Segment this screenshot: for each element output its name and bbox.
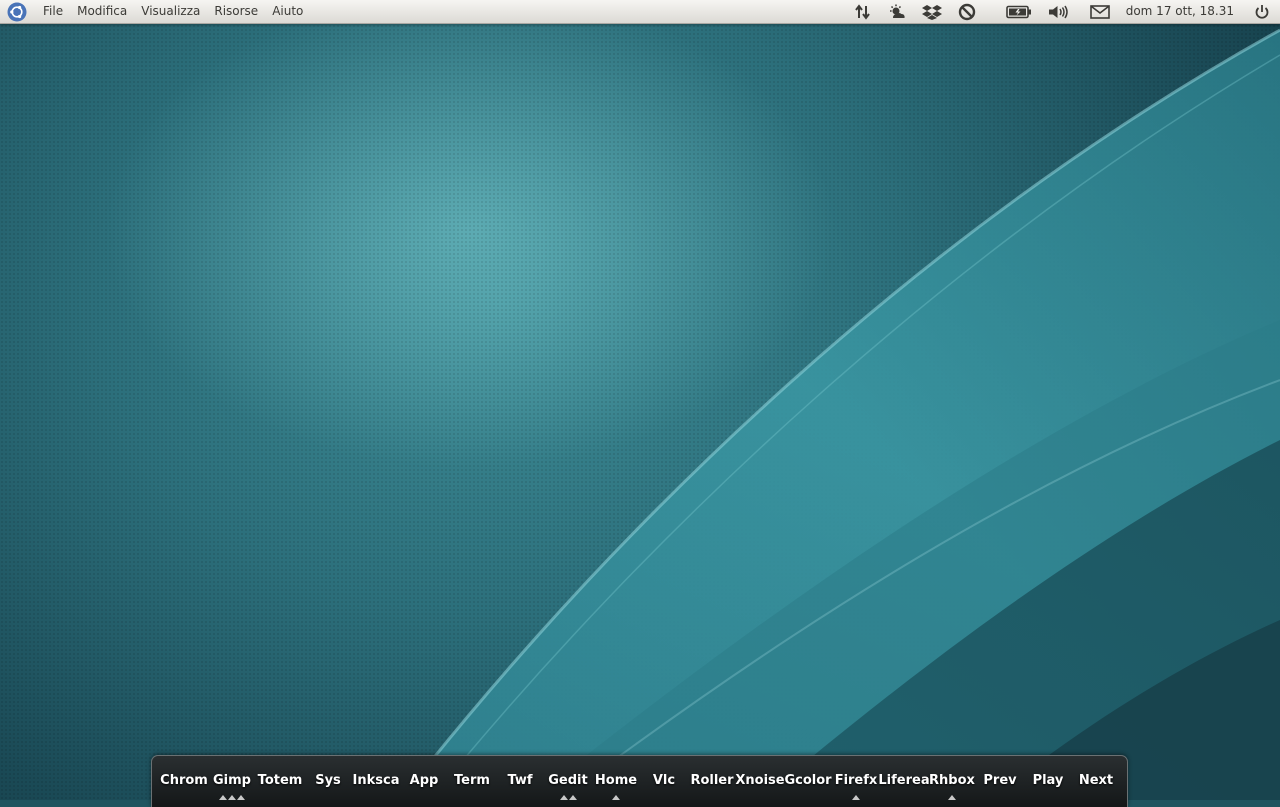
dock-item-label: Play: [1032, 773, 1064, 788]
dock-item-label: Firefx: [834, 773, 878, 788]
dropbox-icon[interactable]: [921, 0, 942, 23]
menu-modifica[interactable]: Modifica: [70, 0, 134, 23]
volume-icon[interactable]: [1048, 0, 1070, 23]
clock[interactable]: dom 17 ott, 18.31: [1126, 0, 1234, 23]
dock-item-xnoise[interactable]: Xnoise: [735, 756, 785, 802]
battery-icon[interactable]: [1005, 0, 1032, 23]
dock-item-label: Xnoise: [735, 773, 785, 788]
dock-item-label: Sys: [315, 773, 341, 788]
dock-items: Chrom Gimp Totem Sys Inksca App Term Twf Gedit Ho…: [160, 756, 1120, 802]
app-menu-bar: File Modifica Visualizza Risorse Aiuto: [36, 0, 310, 23]
dock-item-label: Next: [1078, 773, 1114, 788]
weather-icon[interactable]: [888, 0, 906, 23]
running-indicator: [612, 795, 620, 800]
menu-visualizza[interactable]: Visualizza: [134, 0, 207, 23]
running-indicator: [852, 795, 860, 800]
top-panel: File Modifica Visualizza Risorse Aiuto d…: [0, 0, 1280, 24]
dock-item-totem[interactable]: Totem: [256, 756, 304, 802]
ubuntu-logo-icon[interactable]: [6, 1, 28, 23]
dock-item-label: Vlc: [652, 773, 676, 788]
dock-item-term[interactable]: Term: [448, 756, 496, 802]
dock-item-rhbox[interactable]: Rhbox: [928, 756, 976, 802]
dock-item-home[interactable]: Home: [592, 756, 640, 802]
dock-item-app[interactable]: App: [400, 756, 448, 802]
network-updown-icon[interactable]: [854, 0, 872, 23]
power-icon[interactable]: [1254, 0, 1270, 23]
dock-item-liferea[interactable]: Liferea: [878, 756, 930, 802]
dock-item-gimp[interactable]: Gimp: [208, 756, 256, 802]
dock-item-label: Liferea: [878, 773, 930, 788]
block-icon[interactable]: [958, 0, 976, 23]
dock-item-label: Prev: [983, 773, 1017, 788]
dock-item-label: Chrom: [160, 773, 208, 788]
dock-item-label: Inksca: [352, 773, 400, 788]
mail-icon[interactable]: [1089, 0, 1110, 23]
dock-item-chrom[interactable]: Chrom: [160, 756, 208, 802]
dock-item-label: App: [409, 773, 439, 788]
dock-item-label: Totem: [257, 773, 303, 788]
dock-item-label: Rhbox: [929, 773, 975, 788]
dock-item-label: Term: [454, 773, 490, 788]
running-indicator: [948, 795, 956, 800]
dock-item-label: Gimp: [213, 773, 251, 788]
menu-file[interactable]: File: [36, 0, 70, 23]
dock-item-vlc[interactable]: Vlc: [640, 756, 688, 802]
dock-item-firefx[interactable]: Firefx: [832, 756, 880, 802]
menu-aiuto[interactable]: Aiuto: [265, 0, 310, 23]
dock-item-label: Roller: [690, 773, 734, 788]
dock-item-sys[interactable]: Sys: [304, 756, 352, 802]
dock-item-label: Twf: [507, 773, 533, 788]
running-indicator: [219, 795, 245, 800]
dock: Chrom Gimp Totem Sys Inksca App Term Twf Gedit Ho…: [151, 755, 1128, 807]
menu-risorse[interactable]: Risorse: [207, 0, 265, 23]
dock-item-label: Gcolor: [784, 773, 832, 788]
dock-item-play[interactable]: Play: [1024, 756, 1072, 802]
dock-item-gedit[interactable]: Gedit: [544, 756, 592, 802]
indicator-area: dom 17 ott, 18.31: [846, 0, 1280, 23]
dock-item-label: Gedit: [548, 773, 588, 788]
desktop-wallpaper: [0, 0, 1280, 800]
dock-item-inksca[interactable]: Inksca: [352, 756, 400, 802]
dock-item-gcolor[interactable]: Gcolor: [784, 756, 832, 802]
dock-item-label: Home: [594, 773, 638, 788]
dock-item-roller[interactable]: Roller: [688, 756, 736, 802]
running-indicator: [559, 795, 577, 800]
dock-item-next[interactable]: Next: [1072, 756, 1120, 802]
dock-item-twf[interactable]: Twf: [496, 756, 544, 802]
dock-item-prev[interactable]: Prev: [976, 756, 1024, 802]
